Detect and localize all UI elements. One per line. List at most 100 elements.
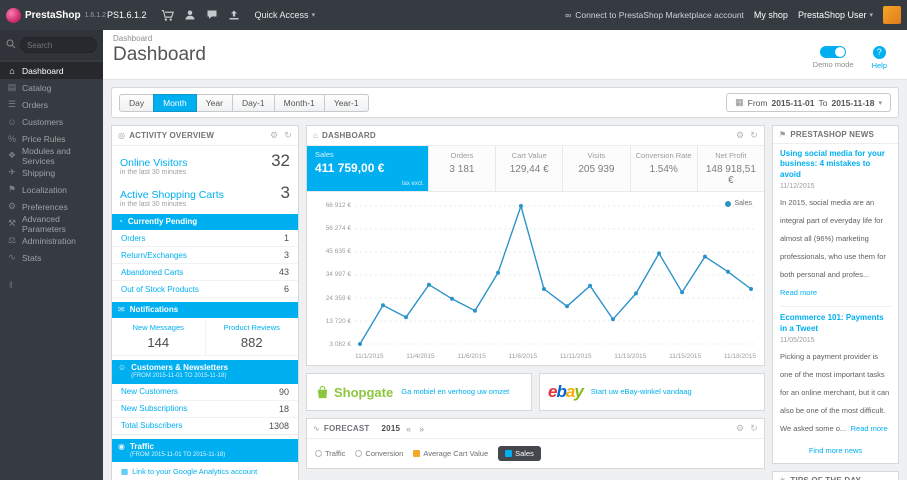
shipping-icon: ✈ bbox=[8, 167, 16, 177]
search-input[interactable] bbox=[20, 37, 97, 53]
help-control[interactable]: ? Help bbox=[872, 46, 887, 70]
pending-row-returns: Return/Exchanges 3 bbox=[112, 247, 298, 264]
sidebar-item-customers[interactable]: ☺ Customers bbox=[0, 113, 103, 130]
abandoned-carts-link[interactable]: Abandoned Carts bbox=[121, 268, 183, 277]
forecast-legend-conversion[interactable]: Conversion bbox=[355, 449, 403, 458]
page-head: Dashboard Dashboard Demo mode ? Help bbox=[103, 30, 907, 80]
forecast-legend: Traffic Conversion Average Cart Value Sa… bbox=[307, 439, 764, 468]
customers-row-new-customers: New Customers 90 bbox=[112, 384, 298, 401]
kpi-cart-value[interactable]: Cart Value 129,44 € bbox=[496, 146, 564, 191]
quick-access-menu[interactable]: Quick Access ▾ bbox=[255, 10, 316, 20]
notifications-cells: New Messages 144 Product Reviews 882 bbox=[112, 318, 298, 356]
filter-month-1-button[interactable]: Month-1 bbox=[273, 93, 325, 112]
find-more-news-link[interactable]: Find more news bbox=[780, 444, 891, 460]
ebay-logo: ebay bbox=[548, 382, 584, 402]
sidebar-item-modules[interactable]: ❖ Modules and Services bbox=[0, 145, 103, 166]
refresh-icon[interactable]: ↻ bbox=[750, 423, 758, 434]
conversion-marker-icon bbox=[355, 450, 363, 457]
product-reviews-cell: Product Reviews 882 bbox=[206, 318, 299, 355]
customers-topbar-icon[interactable] bbox=[179, 9, 201, 21]
prestashop-logo[interactable]: PrestaShop 1.6.1.2 bbox=[0, 7, 106, 23]
sidebar-item-label: Modules and Services bbox=[22, 145, 71, 166]
ebay-link[interactable]: Start uw eBay-winkel vandaag bbox=[591, 387, 692, 397]
sidebar-item-preferences[interactable]: ⚙ Preferences bbox=[0, 198, 103, 215]
pending-orders-link[interactable]: Orders bbox=[121, 234, 145, 243]
sidebar-item-catalog[interactable]: ▤ Catalog bbox=[0, 79, 103, 96]
date-range-picker[interactable]: ▦ From 2015-11-01 To 2015-11-18 ▾ bbox=[726, 93, 891, 112]
forecast-year[interactable]: 2015 bbox=[382, 424, 401, 433]
sidebar-item-localization[interactable]: ⚑ Localization bbox=[0, 181, 103, 198]
sidebar-item-dashboard[interactable]: ⌂ Dashboard bbox=[0, 62, 103, 79]
new-messages-link[interactable]: New Messages bbox=[114, 323, 203, 332]
ebay-letter: b bbox=[556, 382, 566, 401]
google-analytics-link[interactable]: ▦ Link to your Google Analytics account bbox=[121, 467, 289, 476]
news-article-title[interactable]: Using social media for your business: 4 … bbox=[780, 149, 891, 180]
news-article-title[interactable]: Ecommerce 101: Payments in a Tweet bbox=[780, 313, 891, 334]
shopgate-link[interactable]: Ga mobiel en verhoog uw omzet bbox=[401, 387, 509, 397]
user-menu[interactable]: PrestaShop User ▾ bbox=[798, 10, 873, 20]
total-subscribers-link[interactable]: Total Subscribers bbox=[121, 421, 182, 430]
pending-returns-link[interactable]: Return/Exchanges bbox=[121, 251, 187, 260]
refresh-icon[interactable]: ↻ bbox=[284, 130, 292, 141]
sidebar-item-orders[interactable]: ☰ Orders bbox=[0, 96, 103, 113]
forecast-legend-conversion-label: Conversion bbox=[365, 449, 404, 458]
chart-mini-icon: ▦ bbox=[121, 467, 129, 476]
kpi-visits[interactable]: Visits 205 939 bbox=[563, 146, 631, 191]
forecast-legend-traffic-label: Traffic bbox=[325, 449, 346, 458]
online-visitors-link[interactable]: Online Visitors bbox=[120, 157, 188, 169]
filter-day-1-button[interactable]: Day-1 bbox=[231, 93, 275, 112]
new-customers-link[interactable]: New Customers bbox=[121, 387, 178, 396]
forecast-next-button[interactable]: » bbox=[417, 424, 426, 434]
x-tick: 11/11/2015 bbox=[559, 353, 592, 360]
avatar[interactable] bbox=[883, 6, 901, 24]
cart-icon[interactable] bbox=[157, 9, 179, 22]
sidebar-collapse-button[interactable]: ‖ bbox=[0, 280, 103, 290]
x-tick: 11/13/2015 bbox=[614, 353, 647, 360]
kpi-net-profit[interactable]: Net Profit 148 918,51 € bbox=[697, 146, 764, 191]
tips-title: TIPS OF THE DAY bbox=[790, 476, 861, 480]
my-shop-link[interactable]: My shop bbox=[754, 10, 788, 20]
sales-chart: 66 912 € 56 274 € 45 635 € 34 997 € 24 3… bbox=[307, 192, 764, 365]
kpi-visits-label: Visits bbox=[587, 151, 606, 160]
forecast-legend-traffic[interactable]: Traffic bbox=[315, 449, 345, 458]
messages-icon[interactable] bbox=[201, 9, 223, 21]
refresh-icon[interactable]: ↻ bbox=[750, 130, 758, 141]
tips-icon: ☀ bbox=[779, 476, 786, 480]
out-of-stock-link[interactable]: Out of Stock Products bbox=[121, 285, 199, 294]
date-from-value: 2015-11-01 bbox=[771, 97, 815, 108]
forecast-legend-sales[interactable]: Sales bbox=[498, 446, 541, 461]
sales-marker-icon bbox=[505, 450, 513, 457]
kpi-conversion-rate[interactable]: Conversion Rate 1.54% bbox=[630, 146, 698, 191]
kpi-sales[interactable]: Sales 411 759,00 € tax excl. bbox=[307, 146, 429, 191]
read-more-link[interactable]: Read more bbox=[851, 424, 888, 433]
sales-chart-svg bbox=[355, 203, 756, 346]
filter-year-button[interactable]: Year bbox=[195, 93, 233, 112]
sidebar-item-administration[interactable]: ⚖ Administration bbox=[0, 232, 103, 249]
active-carts-metric: Active Shopping Carts 3 in the last 30 m… bbox=[112, 178, 298, 210]
product-reviews-link[interactable]: Product Reviews bbox=[208, 323, 297, 332]
chart-legend-sales[interactable]: Sales bbox=[725, 200, 752, 207]
gear-icon[interactable]: ⚙ bbox=[270, 130, 278, 141]
filter-day-button[interactable]: Day bbox=[119, 93, 155, 112]
read-more-link[interactable]: Read more bbox=[780, 288, 817, 297]
gear-icon[interactable]: ⚙ bbox=[736, 423, 744, 434]
forecast-legend-average-cart-value[interactable]: Average Cart Value bbox=[413, 449, 488, 458]
demo-mode-toggle[interactable] bbox=[820, 46, 847, 58]
sidebar-item-advanced-parameters[interactable]: ⚒ Advanced Parameters bbox=[0, 213, 103, 234]
x-tick: 11/6/2015 bbox=[457, 353, 486, 360]
marketplace-link[interactable]: ∞ Connect to PrestaShop Marketplace acco… bbox=[565, 10, 744, 20]
upload-icon[interactable] bbox=[223, 9, 245, 21]
filter-month-button[interactable]: Month bbox=[153, 93, 197, 112]
filter-year-1-button[interactable]: Year-1 bbox=[323, 93, 369, 112]
forecast-prev-button[interactable]: « bbox=[404, 424, 413, 434]
new-subscriptions-link[interactable]: New Subscriptions bbox=[121, 404, 187, 413]
active-carts-link[interactable]: Active Shopping Carts bbox=[120, 189, 224, 201]
sidebar-item-shipping[interactable]: ✈ Shipping bbox=[0, 164, 103, 181]
sidebar-item-stats[interactable]: ∿ Stats bbox=[0, 249, 103, 266]
sidebar-item-label: Advanced Parameters bbox=[22, 213, 66, 234]
sidebar-item-price-rules[interactable]: % Price Rules bbox=[0, 130, 103, 147]
link-icon: ∞ bbox=[565, 10, 572, 20]
kpi-orders[interactable]: Orders 3 181 bbox=[428, 146, 497, 191]
forecast-panel: ∿ FORECAST 2015 « » ⚙ ↻ Traffic Conversi… bbox=[306, 418, 765, 469]
gear-icon[interactable]: ⚙ bbox=[736, 130, 744, 141]
